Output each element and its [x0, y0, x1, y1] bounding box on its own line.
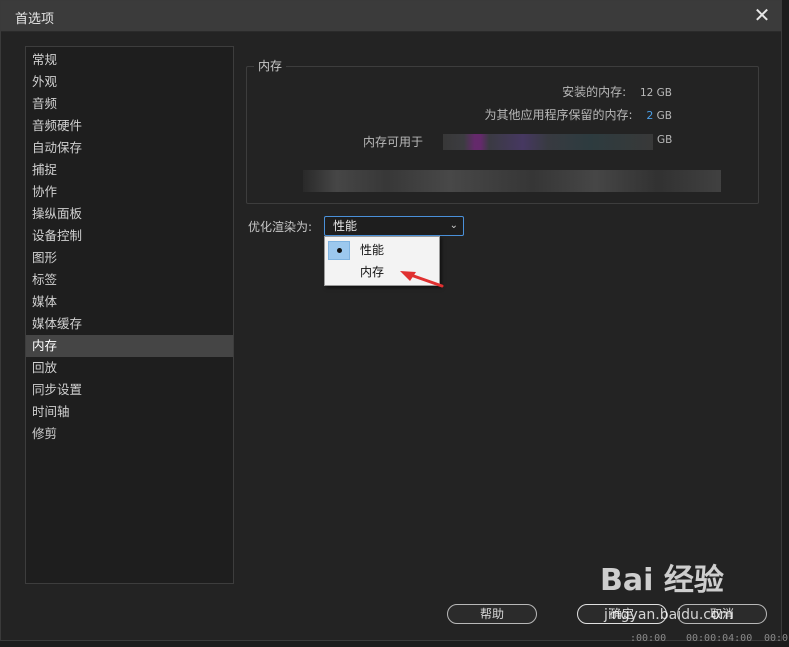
- sidebar-item[interactable]: 同步设置: [26, 379, 233, 401]
- background-timecode: 00:0: [764, 633, 789, 644]
- title-bar: 首选项 ✕: [1, 1, 781, 32]
- optimize-render-select[interactable]: 性能 ⌄: [324, 216, 464, 236]
- chevron-down-icon: ⌄: [449, 220, 458, 231]
- installed-memory-value: 12 GB: [639, 87, 672, 99]
- sidebar-list: 常规 外观 音频 音频硬件 自动保存 捕捉 协作 操纵面板 设备控制 图形 标签 媒体 媒体缓存 内存 回放…: [26, 47, 233, 445]
- optimize-render-selected: 性能: [333, 219, 358, 233]
- sidebar-item[interactable]: 操纵面板: [26, 203, 233, 225]
- sidebar-item[interactable]: 捕捉: [26, 159, 233, 181]
- sidebar-item[interactable]: 修剪: [26, 423, 233, 445]
- sidebar-item[interactable]: 音频: [26, 93, 233, 115]
- installed-memory-label: 安装的内存:: [562, 85, 627, 99]
- preferences-sidebar: 常规 外观 音频 音频硬件 自动保存 捕捉 协作 操纵面板 设备控制 图形 标签 媒体 媒体缓存 内存 回放…: [25, 46, 234, 584]
- reserved-memory-unit: GB: [656, 110, 672, 122]
- sidebar-item[interactable]: 媒体: [26, 291, 233, 313]
- dropdown-option-performance[interactable]: 性能: [326, 239, 438, 261]
- dialog-title: 首选项: [15, 12, 55, 27]
- sidebar-item[interactable]: 外观: [26, 71, 233, 93]
- background-timecode: :00:00: [630, 633, 667, 644]
- available-memory-unit: GB: [657, 134, 673, 146]
- reserved-memory-label: 为其他应用程序保留的内存:: [484, 108, 633, 122]
- available-memory-label: 内存可用于: [363, 135, 424, 149]
- close-icon[interactable]: ✕: [751, 5, 773, 27]
- sidebar-item[interactable]: 媒体缓存: [26, 313, 233, 335]
- annotation-arrow-icon: [400, 271, 444, 288]
- sidebar-item[interactable]: 音频硬件: [26, 115, 233, 137]
- ok-button[interactable]: 确定: [577, 604, 667, 624]
- redacted-info-text: [303, 170, 721, 192]
- sidebar-item[interactable]: 自动保存: [26, 137, 233, 159]
- sidebar-item[interactable]: 内存: [26, 335, 233, 357]
- memory-group-title: 内存: [254, 57, 287, 74]
- reserved-memory-row: 为其他应用程序保留的内存: 2 GB: [484, 106, 672, 123]
- sidebar-item[interactable]: 回放: [26, 357, 233, 379]
- sidebar-item[interactable]: 图形: [26, 247, 233, 269]
- help-button[interactable]: 帮助: [447, 604, 537, 624]
- sidebar-item[interactable]: 标签: [26, 269, 233, 291]
- preferences-dialog: 首选项 ✕ 常规 外观 音频 音频硬件 自动保存 捕捉 协作 操纵面板 设备控制 图形 标签 媒体 媒体…: [0, 0, 782, 641]
- sidebar-item[interactable]: 时间轴: [26, 401, 233, 423]
- cancel-button[interactable]: 取消: [677, 604, 767, 624]
- memory-panel: 内存 安装的内存: 12 GB 为其他应用程序保留的内存: 2 GB 内存可用于…: [246, 46, 766, 586]
- sidebar-item[interactable]: 常规: [26, 49, 233, 71]
- optimize-render-label: 优化渲染为:: [248, 220, 313, 234]
- installed-memory-row: 安装的内存: 12 GB: [562, 83, 672, 100]
- dropdown-option-label: 性能: [360, 243, 385, 257]
- memory-group: 内存 安装的内存: 12 GB 为其他应用程序保留的内存: 2 GB 内存可用于…: [246, 57, 759, 204]
- reserved-memory-value[interactable]: 2: [646, 109, 653, 122]
- sidebar-item[interactable]: 设备控制: [26, 225, 233, 247]
- sidebar-item[interactable]: 协作: [26, 181, 233, 203]
- radio-check-icon: [328, 241, 350, 260]
- dropdown-option-label: 内存: [360, 265, 385, 279]
- redacted-app-list: [443, 134, 653, 150]
- background-timecode: 00:00:04:00: [686, 633, 753, 644]
